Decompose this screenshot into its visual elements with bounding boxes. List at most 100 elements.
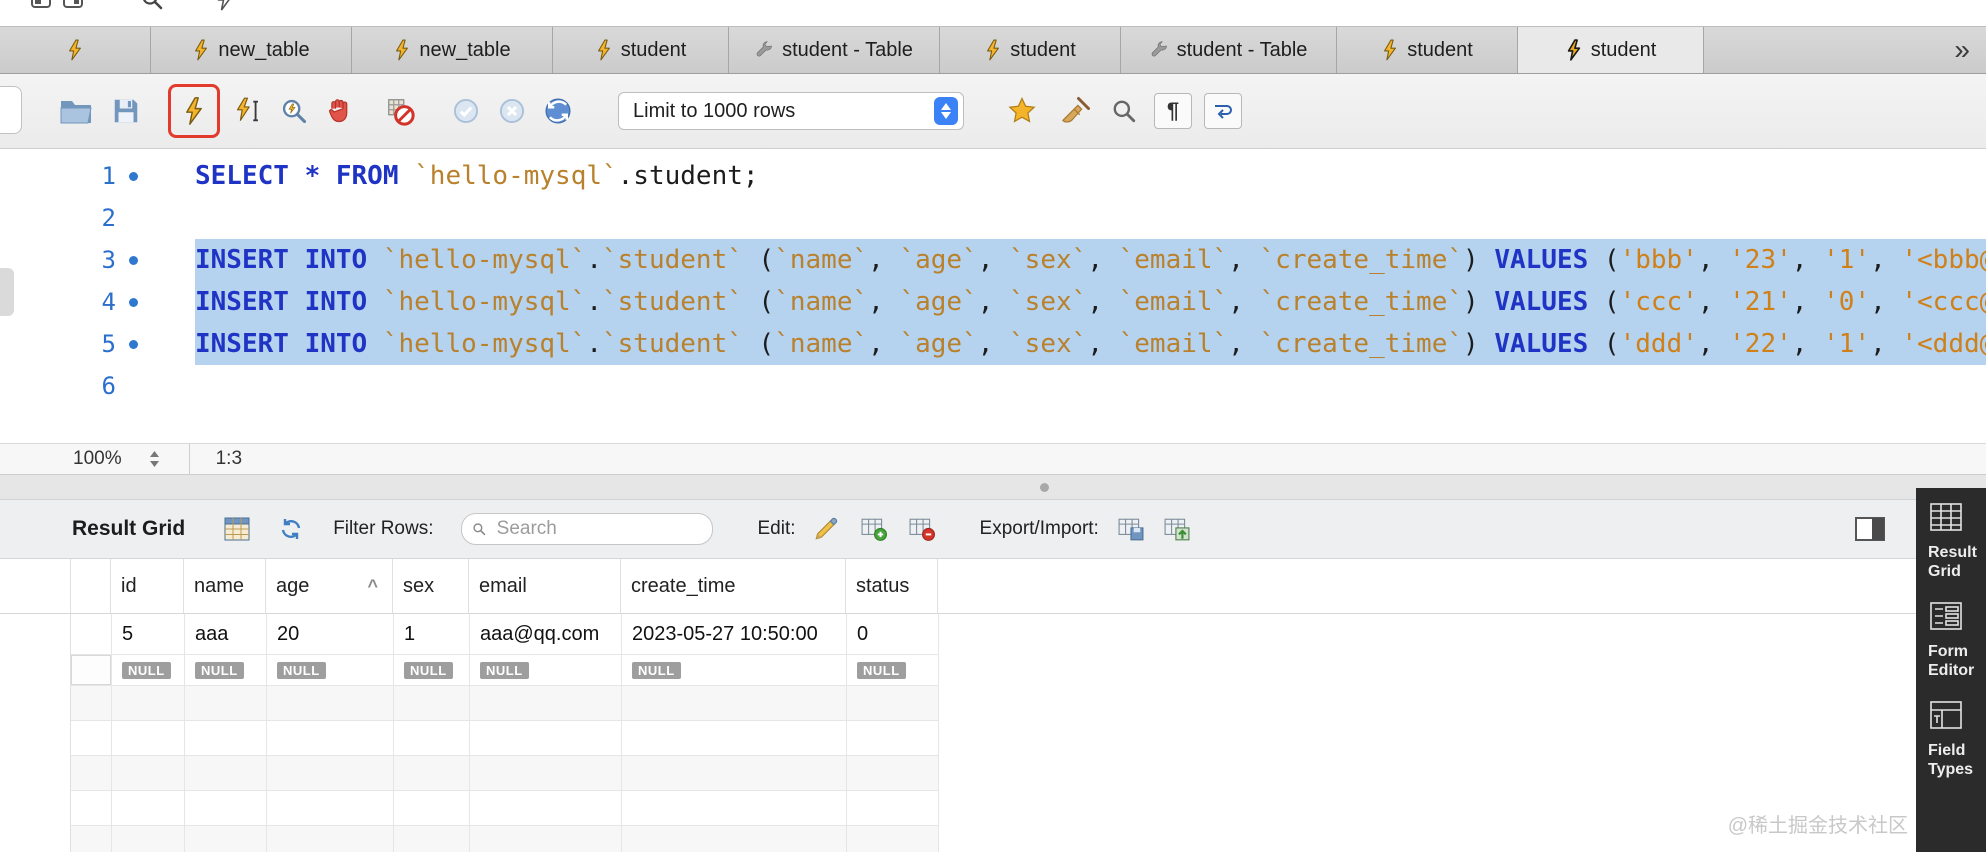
table-row[interactable]: 5 aaa 20 1 aaa@qq.com 2023-05-27 10:50:00 0 <box>71 614 939 655</box>
tab-label: student <box>620 38 687 61</box>
column-header-sex[interactable]: sex <box>393 559 469 613</box>
empty-row[interactable] <box>71 721 939 756</box>
editor-tab-student-table[interactable]: student - Table <box>1121 27 1337 73</box>
cell-null-name[interactable]: NULL <box>185 655 267 685</box>
cell-null-email[interactable]: NULL <box>470 655 622 685</box>
save-snippet-button[interactable] <box>1004 89 1040 133</box>
save-button[interactable] <box>108 89 144 133</box>
panel-toggle-button[interactable] <box>1854 509 1886 549</box>
column-header-id[interactable]: id <box>111 559 184 613</box>
column-header-create_time[interactable]: create_time <box>621 559 846 613</box>
cell-email[interactable]: aaa@qq.com <box>470 614 622 654</box>
editor-tab-new-table[interactable]: new_table <box>352 27 553 73</box>
cell-name[interactable]: aaa <box>185 614 267 654</box>
collapsed-sidebar-button[interactable] <box>0 86 22 134</box>
empty-cell <box>470 756 622 790</box>
show-invisibles-button[interactable]: ¶ <box>1154 93 1192 129</box>
empty-row[interactable] <box>71 791 939 826</box>
export-recordset-button[interactable] <box>1115 509 1147 549</box>
empty-row[interactable] <box>71 686 939 721</box>
sql-editor[interactable]: 1 SELECT * FROM `hello-mysql`.student; 2 3 I… <box>0 149 1986 443</box>
cursor-position: 1:3 <box>215 448 243 469</box>
cell-status[interactable]: 0 <box>847 614 939 654</box>
side-panel-label-word: Types <box>1928 761 1974 778</box>
edit-record-button[interactable] <box>810 509 842 549</box>
column-header-status[interactable]: status <box>846 559 938 613</box>
grid-view-button[interactable] <box>221 509 253 549</box>
editor-tab-student[interactable]: student <box>553 27 729 73</box>
cell-null-status[interactable]: NULL <box>847 655 939 685</box>
cell-null-id[interactable]: NULL <box>112 655 185 685</box>
panel-toggle-icon <box>1855 517 1885 541</box>
filter-search-box[interactable] <box>461 513 714 545</box>
insert-row-button[interactable] <box>858 509 890 549</box>
cell-null-create_time[interactable]: NULL <box>622 655 847 685</box>
filter-search-input[interactable] <box>494 517 703 541</box>
column-header-label: sex <box>403 574 435 597</box>
cell-null-sex[interactable]: NULL <box>394 655 470 685</box>
side-panel-tab-form-editor[interactable]: Form Editor <box>1916 601 1986 680</box>
refresh-button[interactable] <box>275 509 307 549</box>
cell-age[interactable]: 20 <box>267 614 394 654</box>
clipped-top-toolbar <box>0 0 1986 26</box>
row-selector[interactable] <box>71 655 111 685</box>
cell-sex[interactable]: 1 <box>394 614 470 654</box>
toggle-autocommit-button[interactable] <box>540 89 576 133</box>
open-file-button[interactable] <box>58 89 94 133</box>
import-records-button[interactable] <box>1161 509 1193 549</box>
editor-tab-student-table[interactable]: student - Table <box>729 27 940 73</box>
delete-row-button[interactable] <box>906 509 938 549</box>
execute-script-button[interactable] <box>176 89 212 133</box>
rollback-button[interactable] <box>494 89 530 133</box>
statement-marker-dot <box>128 255 138 265</box>
cell-create_time[interactable]: 2023-05-27 10:50:00 <box>622 614 847 654</box>
editor-tab-student[interactable]: student <box>1337 27 1518 73</box>
zoom-stepper[interactable] <box>148 449 161 469</box>
editor-tab-new-table[interactable]: new_table <box>151 27 352 73</box>
sql-token: . <box>586 329 602 359</box>
collapsed-panel-handle[interactable] <box>0 268 14 316</box>
dropdown-stepper-icon <box>934 97 958 125</box>
wrap-text-icon <box>1215 105 1232 119</box>
empty-cell <box>470 721 622 755</box>
execute-statement-button[interactable] <box>230 89 266 133</box>
cell-null-age[interactable]: NULL <box>267 655 394 685</box>
sql-token: '1' <box>1823 329 1871 359</box>
beautify-button[interactable] <box>1058 89 1094 133</box>
refresh-icon <box>282 519 301 539</box>
null-badge: NULL <box>122 661 171 679</box>
find-button[interactable] <box>1106 89 1142 133</box>
code-text: SELECT * FROM `hello-mysql`.student; <box>195 155 1986 197</box>
side-panel-tab-result-grid[interactable]: Result Grid <box>1916 502 1986 581</box>
sql-token: `student` <box>602 287 743 317</box>
cell-id[interactable]: 5 <box>112 614 185 654</box>
tab-overflow-button[interactable]: » <box>1938 27 1986 73</box>
result-toolbar: Result Grid Filter Rows: Edit: Export/Im… <box>0 500 1986 559</box>
toggle-stop-on-error-button[interactable] <box>382 89 418 133</box>
empty-cell <box>185 686 267 720</box>
column-header-email[interactable]: email <box>469 559 621 613</box>
editor-tab-student[interactable]: student <box>1518 27 1704 73</box>
pane-splitter[interactable] <box>0 475 1986 500</box>
toggle-wrap-button[interactable] <box>1204 93 1242 129</box>
editor-tab-student[interactable]: student <box>940 27 1121 73</box>
sql-token: `name` <box>774 329 869 359</box>
zoom-level: 100% <box>73 448 122 469</box>
new-row-placeholder[interactable]: NULL NULL NULL NULL NULL NULL NULL <box>71 655 939 686</box>
explain-plan-button[interactable] <box>276 89 312 133</box>
stop-query-button[interactable] <box>322 89 358 133</box>
sql-token: VALUES <box>1494 329 1604 359</box>
commit-button[interactable] <box>448 89 484 133</box>
empty-cell <box>112 826 185 852</box>
empty-row[interactable] <box>71 826 939 852</box>
empty-cell <box>622 791 847 825</box>
column-header-age[interactable]: age ^ <box>266 559 393 613</box>
null-badge: NULL <box>195 661 244 679</box>
limit-rows-dropdown[interactable]: Limit to 1000 rows <box>618 92 964 130</box>
editor-tab-blank[interactable] <box>0 27 151 73</box>
column-header-name[interactable]: name <box>184 559 266 613</box>
empty-row[interactable] <box>71 756 939 791</box>
sql-token: `student` <box>602 329 743 359</box>
null-badge: NULL <box>857 661 906 679</box>
side-panel-tab-field-types[interactable]: Field Types <box>1916 700 1986 779</box>
